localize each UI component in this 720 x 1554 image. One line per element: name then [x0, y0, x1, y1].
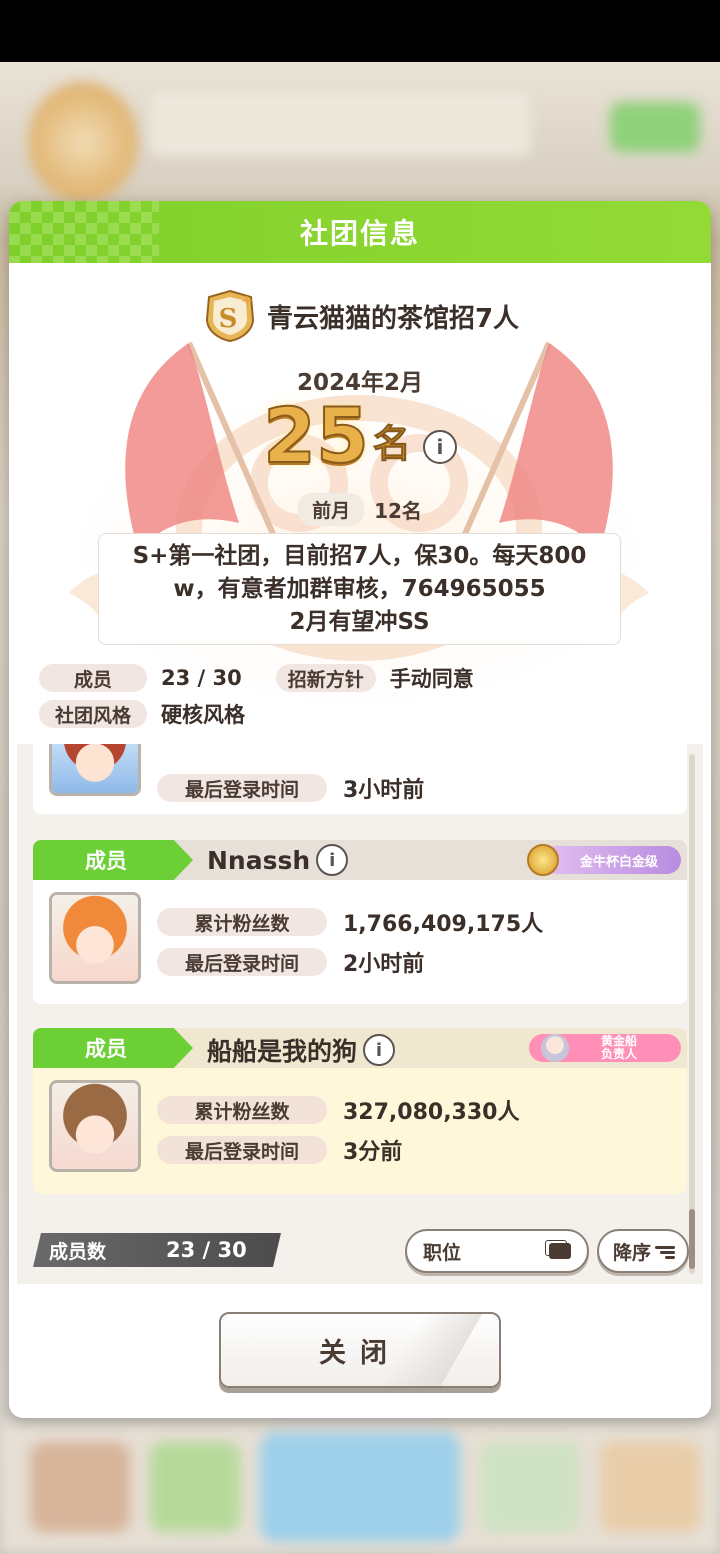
avatar-portrait [52, 1083, 138, 1169]
sort-by-position-label: 职位 [423, 1241, 462, 1264]
background-nav-item [480, 1442, 580, 1532]
ranking-unit: 名 [372, 422, 411, 467]
leader-badge[interactable]: 黄金船 负责人 [529, 1034, 681, 1062]
close-button-label: 关闭 [319, 1337, 401, 1369]
club-style-label: 社团风格 [39, 700, 147, 728]
last-login-row: 最后登录时间 3小时前 [157, 772, 424, 804]
member-role-tag: 成员 [33, 1028, 193, 1068]
fans-row: 累计粉丝数 327,080,330人 [157, 1094, 519, 1126]
member-card[interactable]: 成员 Nnassh i 金牛杯白金级 累计粉丝数 1,766,409,175人 … [33, 840, 687, 1004]
position-icon [549, 1243, 571, 1259]
svg-text:S: S [219, 304, 238, 334]
description-line: 2月有望冲SS [289, 608, 430, 635]
svg-text:+: + [241, 293, 253, 309]
member-info-icon[interactable]: i [316, 844, 349, 876]
leader-face-icon [541, 1034, 569, 1062]
fans-label: 累计粉丝数 [157, 908, 327, 936]
club-info-dialog: 社团信息 S + 青云猫猫的茶馆招7人 2024年2月 25 名 i 前月 12… [9, 201, 711, 1418]
last-login-row: 最后登录时间 3分前 [157, 1134, 402, 1166]
background-nav-item [260, 1432, 460, 1542]
status-bar [0, 0, 720, 62]
member-name: 船船是我的狗 [207, 1037, 358, 1066]
fans-row: 累计粉丝数 1,766,409,175人 [157, 906, 543, 938]
recruit-policy-value: 手动同意 [389, 667, 474, 691]
sort-order-button[interactable]: 降序 [597, 1229, 689, 1273]
member-name-row: 船船是我的狗 i [207, 1032, 396, 1068]
previous-month-row: 前月 12名 [9, 493, 711, 526]
avatar-portrait [52, 744, 138, 793]
sort-order-label: 降序 [613, 1241, 652, 1264]
fans-value: 1,766,409,175人 [343, 912, 544, 937]
member-count-label: 成员数 [49, 1240, 107, 1263]
background-nav-item [150, 1442, 240, 1532]
member-card[interactable]: 最后登录时间 3小时前 [33, 744, 687, 814]
member-avatar[interactable] [49, 744, 141, 796]
ranking-info-icon[interactable]: i [422, 430, 457, 464]
ranking-number: 25 [262, 391, 370, 480]
avatar-portrait [52, 895, 138, 981]
last-login-value: 3小时前 [343, 778, 425, 803]
rank-badge-icon: S + [205, 289, 254, 343]
members-value: 23 / 30 [161, 666, 242, 690]
member-avatar[interactable] [49, 1080, 141, 1172]
club-name-row: S + 青云猫猫的茶馆招7人 [9, 289, 711, 343]
member-card-self[interactable]: 成员 船船是我的狗 i 黄金船 负责人 累计粉丝数 327,080,330人 最… [33, 1028, 687, 1194]
club-style-value: 硬核风格 [161, 703, 245, 727]
fans-value: 327,080,330人 [343, 1100, 520, 1125]
members-label: 成员 [39, 664, 147, 692]
member-count-value: 23 / 30 [166, 1238, 247, 1262]
background-club-name-panel [150, 92, 530, 156]
background-club-badge [28, 82, 138, 202]
last-login-value: 2小时前 [343, 952, 425, 977]
background-nav-item [600, 1442, 700, 1532]
member-title-badge[interactable]: 金牛杯白金级 [527, 844, 681, 876]
description-line: S+第一社团，目前招7人，保30。每天800 [132, 542, 587, 569]
background-green-button [610, 102, 700, 152]
last-login-value: 3分前 [343, 1140, 403, 1165]
member-name-row: Nnassh i [207, 844, 349, 876]
club-meta-row-1: 成员 23 / 30 招新方针 手动同意 [39, 663, 699, 693]
member-count-box: 成员数 23 / 30 [33, 1233, 281, 1267]
medal-icon [527, 844, 559, 876]
member-role-tag: 成员 [33, 840, 193, 880]
member-list[interactable]: 最后登录时间 3小时前 成员 Nnassh i 金牛杯白金级 累计粉丝数 1,7… [17, 744, 703, 1284]
background-nav-item [30, 1442, 130, 1532]
leader-badge-line2: 负责人 [600, 1047, 637, 1061]
previous-month-value: 12名 [374, 499, 422, 523]
member-name: Nnassh [207, 845, 311, 875]
ranking-row: 25 名 i [9, 391, 711, 480]
scrollbar-track[interactable] [689, 754, 695, 1274]
member-list-footer: 成员数 23 / 30 职位 降序 [33, 1229, 693, 1273]
description-line: w，有意者加群审核，764965055 [173, 575, 546, 602]
member-title-text: 金牛杯白金级 [579, 854, 658, 870]
fans-label: 累计粉丝数 [157, 1096, 327, 1124]
close-button[interactable]: 关闭 [219, 1312, 501, 1388]
dialog-header: 社团信息 [9, 201, 711, 263]
club-description: S+第一社团，目前招7人，保30。每天800 w，有意者加群审核，7649650… [98, 533, 621, 645]
member-info-icon[interactable]: i [363, 1034, 396, 1066]
last-login-label: 最后登录时间 [157, 948, 327, 976]
club-meta-row-2: 社团风格 硬核风格 [39, 699, 699, 729]
last-login-label: 最后登录时间 [157, 774, 327, 802]
header-pattern [9, 201, 159, 263]
sort-by-position-button[interactable]: 职位 [405, 1229, 589, 1273]
last-login-label: 最后登录时间 [157, 1136, 327, 1164]
sort-lines-icon [655, 1246, 675, 1260]
recruit-policy-label: 招新方针 [275, 664, 376, 692]
member-avatar[interactable] [49, 892, 141, 984]
last-login-row: 最后登录时间 2小时前 [157, 946, 424, 978]
club-name: 青云猫猫的茶馆招7人 [266, 303, 520, 334]
dialog-title: 社团信息 [299, 217, 420, 250]
previous-month-label: 前月 [298, 493, 365, 526]
